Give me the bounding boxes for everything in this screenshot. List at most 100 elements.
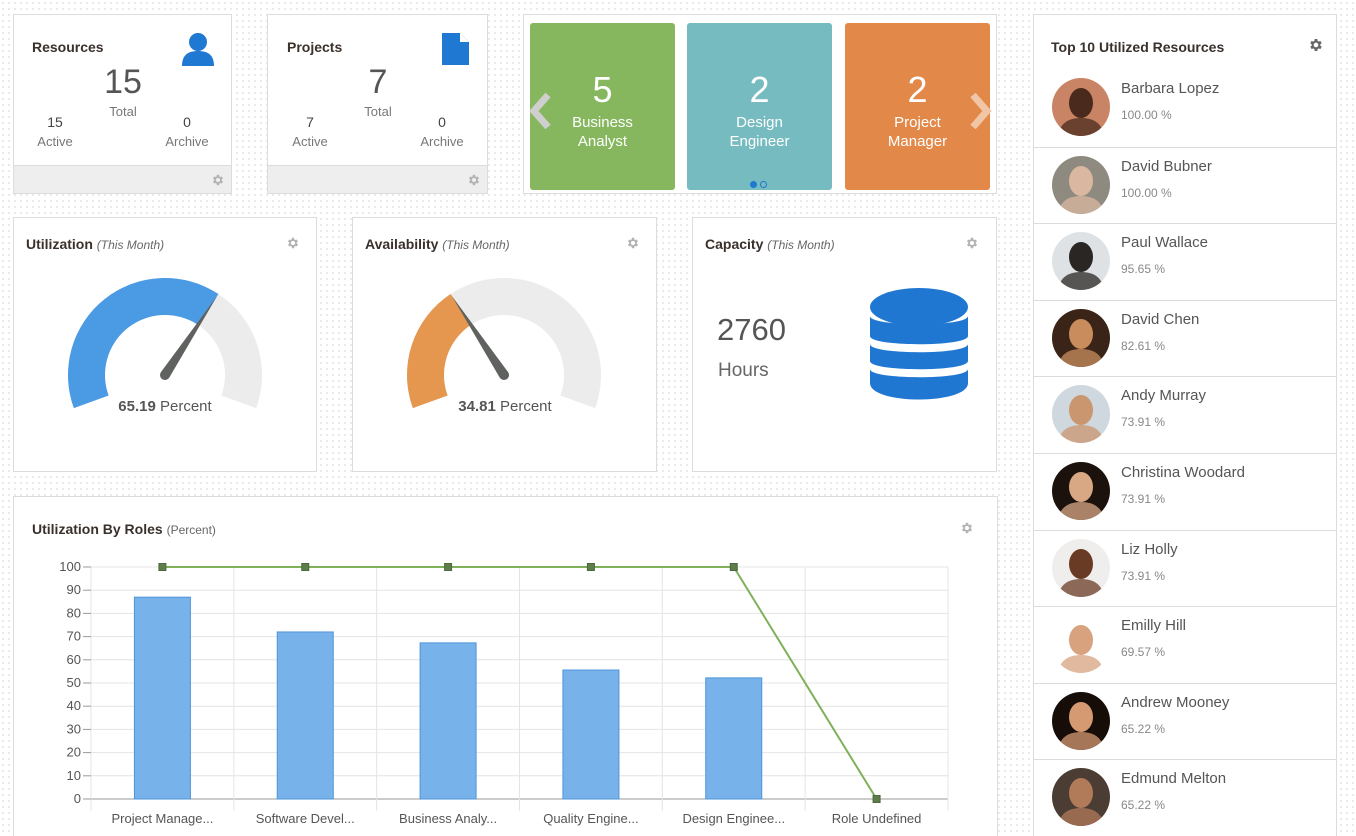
resource-utilization: 65.22 % <box>1121 721 1166 736</box>
user-icon <box>180 31 216 67</box>
resource-name: Christina Woodard <box>1121 464 1245 481</box>
resource-name: Barbara Lopez <box>1121 80 1220 97</box>
y-tick-label: 10 <box>67 768 81 783</box>
availability-settings-gear-icon[interactable] <box>626 236 640 250</box>
document-icon <box>441 32 470 66</box>
y-tick-label: 30 <box>67 721 81 736</box>
avatar <box>1052 462 1110 520</box>
top-resources-panel: Top 10 Utilized Resources Barbara Lopez … <box>1033 14 1337 836</box>
x-tick-label: Design Enginee... <box>682 811 785 826</box>
roles-chart-card: Utilization By Roles (Percent) 0 10 20 30 40… <box>13 496 998 836</box>
capacity-hours-unit: Hours <box>718 360 769 381</box>
resource-name: Andy Murray <box>1121 387 1207 405</box>
bar <box>562 669 620 800</box>
resources-card-footer <box>14 165 231 193</box>
y-tick-label: 90 <box>67 582 81 597</box>
bar <box>133 596 191 800</box>
resource-utilization: 73.91 % <box>1121 492 1166 506</box>
avatar <box>1052 232 1110 291</box>
avatar <box>1052 155 1110 214</box>
x-tick-label: Role Undefined <box>832 811 922 826</box>
resource-list-item[interactable]: Andrew Mooney 65.22 % <box>1034 682 1336 760</box>
bar <box>419 642 477 800</box>
resource-list-item[interactable]: Paul Wallace 95.65 % <box>1034 223 1336 300</box>
capacity-card: Capacity (This Month) 2760 Hours <box>692 217 997 472</box>
y-tick-label: 60 <box>67 652 81 667</box>
projects-card-footer <box>268 165 487 193</box>
x-tick-label: Business Analy... <box>399 811 497 826</box>
resource-utilization: 82.61 % <box>1121 338 1166 353</box>
resource-utilization: 65.22 % <box>1121 798 1166 813</box>
capacity-settings-gear-icon[interactable] <box>965 236 979 250</box>
resources-archive-count: 0 <box>183 114 191 130</box>
utilization-settings-gear-icon[interactable] <box>286 236 300 250</box>
line-point <box>729 563 738 571</box>
resources-archive-label: Archive <box>165 134 209 149</box>
y-tick-label: 50 <box>67 675 81 690</box>
resources-settings-gear-icon[interactable] <box>211 173 225 187</box>
y-tick-label: 70 <box>67 629 81 644</box>
chart-bars <box>133 596 763 800</box>
role-tile-label: Design Engineer <box>729 114 790 150</box>
chart-y-axis: 0 10 20 30 40 50 60 70 80 90 100 <box>59 559 91 806</box>
resources-title: Resources <box>32 39 104 55</box>
projects-archive-count: 0 <box>438 114 446 130</box>
y-tick-label: 100 <box>59 559 81 574</box>
carousel-page-dot-1[interactable] <box>750 181 757 188</box>
resource-list-item[interactable]: Barbara Lopez 100.00 % <box>1034 70 1336 147</box>
bar <box>705 677 763 800</box>
line-point <box>301 563 310 571</box>
resource-list-item[interactable]: Christina Woodard 73.91 % <box>1034 453 1336 530</box>
projects-active-count: 7 <box>306 114 314 130</box>
resource-list-item[interactable]: Emilly Hill 69.57 % <box>1034 606 1336 683</box>
avatar <box>1052 691 1110 750</box>
resource-list-item[interactable]: Liz Holly 73.91 % <box>1034 529 1336 607</box>
y-tick-label: 80 <box>67 605 81 620</box>
chevron-right-icon <box>970 92 992 130</box>
chart-x-axis: Project Manage... Software Devel... Busine… <box>111 811 921 826</box>
resources-active-label: Active <box>37 134 73 149</box>
resource-list-item[interactable]: David Bubner 100.00 % <box>1034 146 1336 224</box>
resource-name: Edmund Melton <box>1121 770 1227 788</box>
resource-name: Emilly Hill <box>1121 617 1186 635</box>
resource-list-item[interactable]: Edmund Melton 65.22 % <box>1034 759 1336 836</box>
line-point <box>444 563 453 571</box>
utilization-title: Utilization (This Month) <box>26 236 165 252</box>
resources-total: 15 <box>104 63 142 101</box>
carousel-page-dot-2[interactable] <box>760 181 767 188</box>
availability-gauge <box>407 277 601 409</box>
chart-grid <box>90 566 949 811</box>
resource-list-item[interactable]: David Chen 82.61 % <box>1034 299 1336 377</box>
x-tick-label: Software Devel... <box>256 811 355 826</box>
avatar <box>1052 538 1110 597</box>
roles-chart: 0 10 20 30 40 50 60 70 80 90 100 Project Manage...… <box>59 559 949 826</box>
projects-settings-gear-icon[interactable] <box>467 173 481 187</box>
resource-list-item[interactable]: Andy Murray 73.91 % <box>1034 376 1336 453</box>
role-tile-count: 2 <box>749 69 770 110</box>
carousel-prev-button[interactable] <box>528 91 552 131</box>
utilization-gauge <box>67 277 262 409</box>
top-resources-settings-gear-icon[interactable] <box>1308 37 1324 53</box>
role-tile-design-engineer[interactable]: 2 Design Engineer <box>687 23 832 190</box>
chevron-left-icon <box>529 92 551 130</box>
resource-utilization: 73.91 % <box>1121 568 1166 583</box>
y-tick-label: 20 <box>67 745 81 760</box>
avatar <box>1052 308 1110 367</box>
line-point <box>872 795 881 803</box>
database-icon <box>870 288 968 400</box>
projects-title: Projects <box>287 39 343 55</box>
x-tick-label: Project Manage... <box>111 811 213 826</box>
line-point <box>158 563 167 571</box>
role-carousel: 5 Business Analyst 2 Design Engineer 2 P… <box>523 14 997 194</box>
projects-total: 7 <box>368 63 388 101</box>
carousel-next-button[interactable] <box>969 91 993 131</box>
capacity-hours-value: 2760 <box>717 312 786 347</box>
availability-value: 34.81 Percent <box>458 398 552 415</box>
top-resources-title: Top 10 Utilized Resources <box>1051 39 1225 55</box>
resource-name: Paul Wallace <box>1121 234 1208 252</box>
utilization-card: Utilization (This Month) 65.19 Percent <box>13 217 317 472</box>
resource-utilization: 95.65 % <box>1121 262 1166 277</box>
resource-utilization: 100.00 % <box>1121 108 1172 122</box>
availability-title: Availability (This Month) <box>365 236 510 252</box>
projects-card: Projects 7 Total 7 Active 0 Archive <box>267 14 488 194</box>
